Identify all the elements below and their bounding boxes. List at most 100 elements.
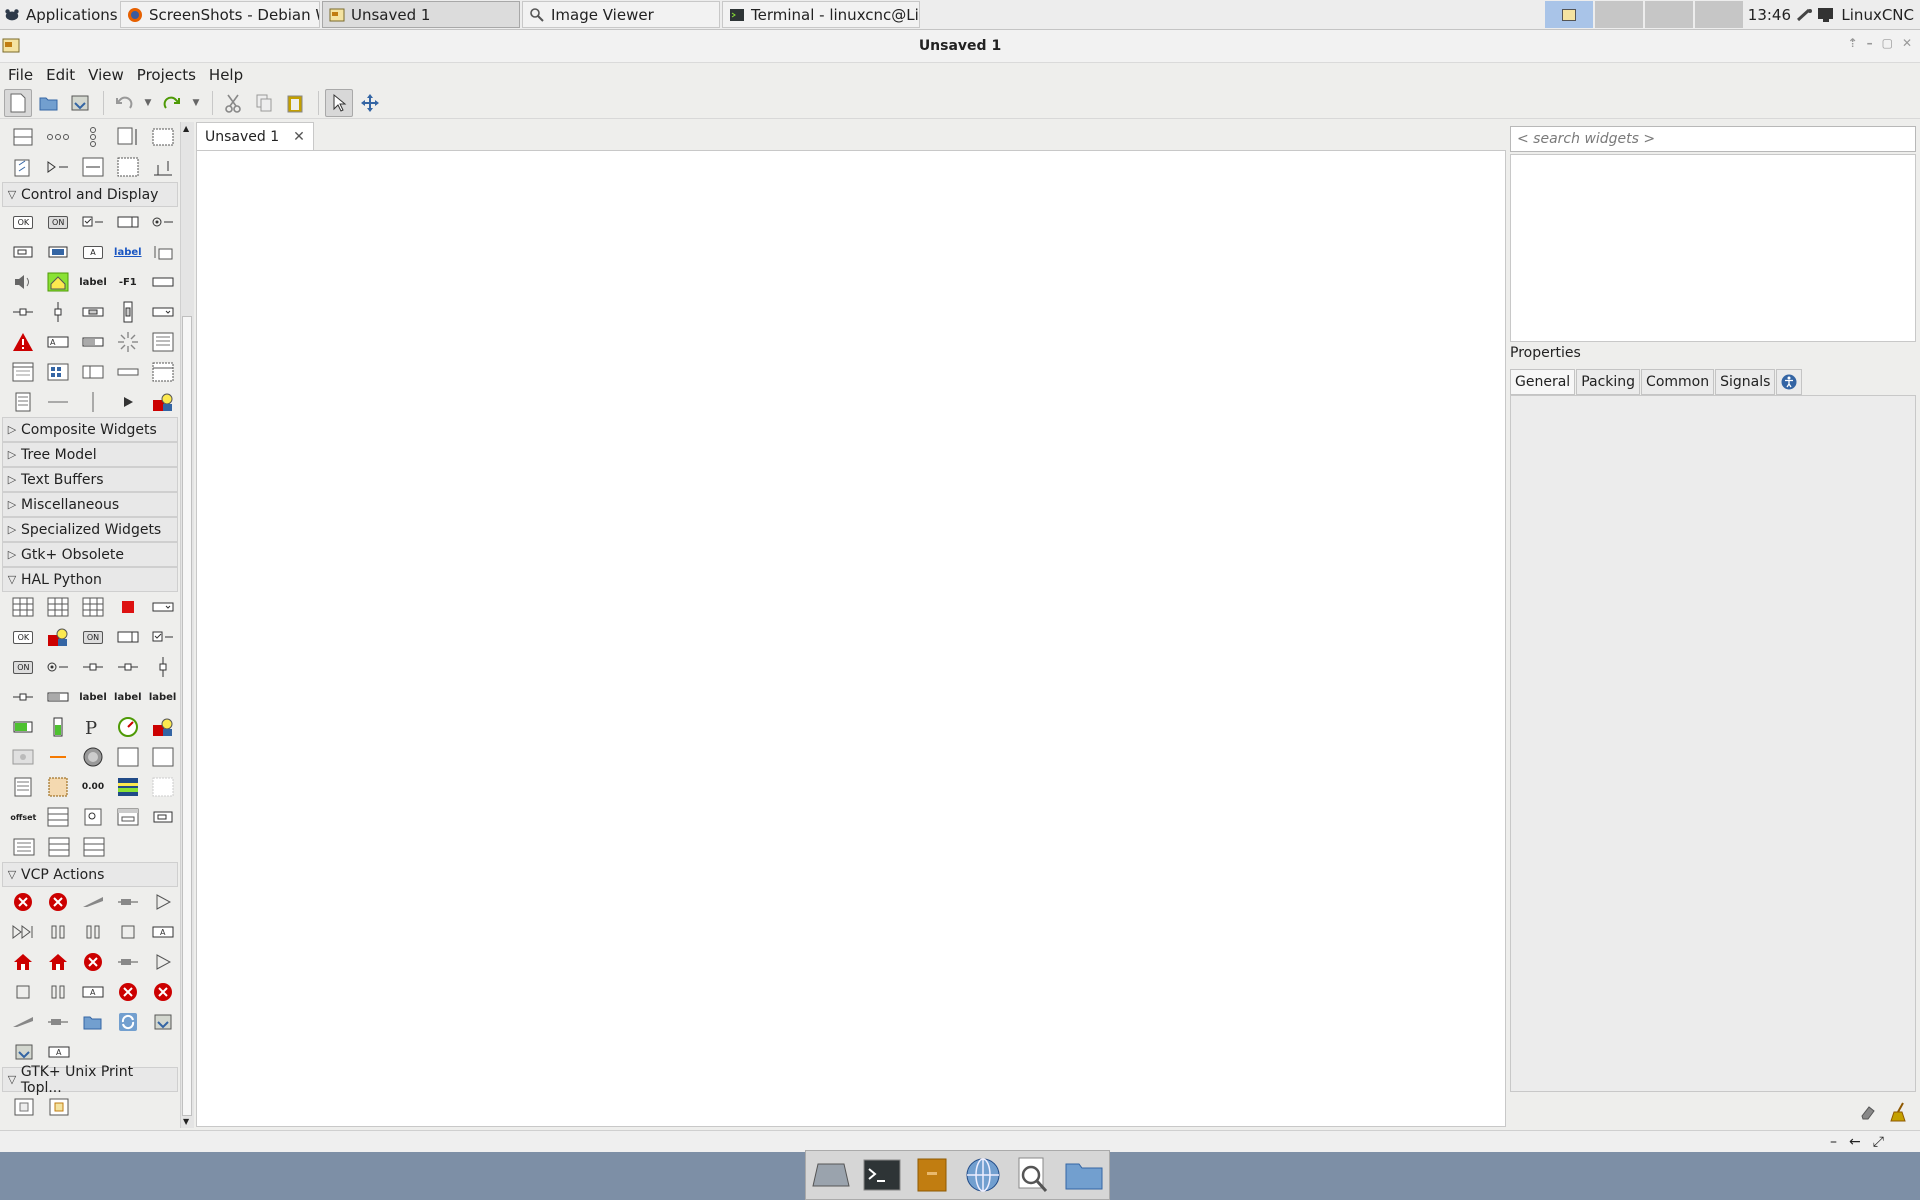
group-miscellaneous[interactable]: ▷ Miscellaneous xyxy=(2,492,178,517)
hal-dro-widget[interactable]: 0.00 xyxy=(76,772,111,802)
hal-toggle-widget[interactable]: ON xyxy=(76,622,111,652)
group-vcp-actions[interactable]: ▽ VCP Actions xyxy=(2,862,178,887)
hal-frame-widget[interactable] xyxy=(110,742,145,772)
vcp-run2-widget[interactable] xyxy=(145,947,180,977)
scroll-up-icon[interactable]: ▲ xyxy=(183,124,189,133)
spin-button-widget[interactable] xyxy=(110,207,145,237)
hal-table-widget[interactable] xyxy=(6,592,41,622)
workspace-2[interactable] xyxy=(1595,1,1644,28)
vcp-entry-widget[interactable]: A xyxy=(41,1037,76,1067)
tree-view-widget[interactable] xyxy=(6,357,41,387)
group-gtk-unix-print[interactable]: ▽ GTK+ Unix Print Topl... xyxy=(2,1064,178,1096)
window-titlebar[interactable]: Unsaved 1 ⇡ – ▢ ✕ xyxy=(0,30,1920,63)
search-widgets-input[interactable]: < search widgets > xyxy=(1510,126,1916,152)
hal-offset-widget[interactable]: offset xyxy=(6,802,41,832)
drawing-area-widget[interactable] xyxy=(145,387,180,417)
applications-menu[interactable]: Applications xyxy=(0,1,118,28)
entry-widget[interactable] xyxy=(145,267,180,297)
hscale-widget[interactable] xyxy=(6,297,41,327)
hal-progress-widget[interactable] xyxy=(41,682,76,712)
expander-widget[interactable] xyxy=(41,152,76,182)
hal-python-widget[interactable]: P xyxy=(76,712,111,742)
paned-widget[interactable] xyxy=(76,152,111,182)
menu-file[interactable]: File xyxy=(4,66,37,84)
link-button-widget[interactable]: label xyxy=(110,237,145,267)
hal-togglebutton-widget[interactable]: ON xyxy=(6,652,41,682)
hal-frame2-widget[interactable] xyxy=(145,742,180,772)
vcp-power-widget[interactable] xyxy=(41,887,76,917)
vcp-home-all-widget[interactable] xyxy=(41,947,76,977)
cut-button[interactable] xyxy=(219,89,247,117)
label-widget[interactable]: label xyxy=(76,267,111,297)
hal-spin-widget[interactable] xyxy=(110,622,145,652)
dock-terminal[interactable] xyxy=(862,1155,902,1195)
hal-status-widget[interactable] xyxy=(145,772,180,802)
separator-entry-widget[interactable] xyxy=(110,357,145,387)
tab-packing[interactable]: Packing xyxy=(1576,369,1641,395)
hal-filechooser-widget[interactable] xyxy=(145,802,180,832)
group-text-buffers[interactable]: ▷ Text Buffers xyxy=(2,467,178,492)
tab-unsaved[interactable]: Unsaved 1 ✕ xyxy=(196,122,314,150)
menu-edit[interactable]: Edit xyxy=(42,66,79,84)
dock-files[interactable] xyxy=(912,1155,952,1195)
network-icon[interactable] xyxy=(1797,7,1813,23)
hal-label2-widget[interactable]: label xyxy=(110,682,145,712)
group-control-display[interactable]: ▽ Control and Display xyxy=(2,182,178,207)
page-setup-widget[interactable] xyxy=(6,1092,41,1122)
arrow-widget[interactable] xyxy=(110,387,145,417)
select-mode-button[interactable] xyxy=(325,88,353,117)
tab-accessibility[interactable] xyxy=(1776,369,1803,395)
hal-list3-widget[interactable] xyxy=(76,832,111,862)
vcp-home-widget[interactable] xyxy=(6,947,41,977)
hal-jog-widget[interactable] xyxy=(41,742,76,772)
layout-widget[interactable] xyxy=(110,152,145,182)
vcp-abort2-widget[interactable] xyxy=(145,977,180,1007)
task-unsaved[interactable]: Unsaved 1 xyxy=(322,1,520,28)
hal-label-widget[interactable]: label xyxy=(76,682,111,712)
text-view-widget[interactable] xyxy=(145,327,180,357)
undo-button[interactable] xyxy=(110,89,138,117)
hal-search-widget[interactable] xyxy=(76,802,111,832)
restore-icon[interactable]: ⤢ xyxy=(1873,1134,1884,1150)
spinner-widget[interactable] xyxy=(110,327,145,357)
workspace-3[interactable] xyxy=(1645,1,1694,28)
text-entry-widget[interactable]: A xyxy=(41,327,76,357)
hal-hscale2-widget[interactable] xyxy=(110,652,145,682)
vcp-mdi-widget[interactable]: A xyxy=(145,917,180,947)
hal-list-widget[interactable] xyxy=(41,802,76,832)
edit-property-button[interactable] xyxy=(1885,1098,1913,1126)
notebook-widget[interactable] xyxy=(76,357,111,387)
hal-list2-widget[interactable] xyxy=(41,832,76,862)
hal-gremlin-widget[interactable] xyxy=(6,742,41,772)
hal-hscale-widget[interactable] xyxy=(76,652,111,682)
tab-common[interactable]: Common xyxy=(1641,369,1715,395)
task-terminal[interactable]: Terminal - linuxcnc@Lin... xyxy=(722,1,920,28)
vcp-mode3-widget[interactable] xyxy=(41,1007,76,1037)
shade-icon[interactable]: ⇡ xyxy=(1848,36,1858,50)
button-widget[interactable]: OK xyxy=(6,207,41,237)
info-bar-widget[interactable] xyxy=(6,327,41,357)
workspace-1[interactable] xyxy=(1545,1,1594,28)
vcp-pause-widget[interactable] xyxy=(41,917,76,947)
hal-hbox-widget[interactable] xyxy=(41,592,76,622)
vcp-jog-widget[interactable] xyxy=(76,887,111,917)
dock-desktop[interactable] xyxy=(811,1155,851,1195)
hal-sourceview-widget[interactable] xyxy=(6,772,41,802)
save-button[interactable] xyxy=(66,89,94,117)
redo-button[interactable] xyxy=(158,89,186,117)
vcp-mode-widget[interactable] xyxy=(110,887,145,917)
group-tree-model[interactable]: ▷ Tree Model xyxy=(2,442,178,467)
palette-scroll-thumb[interactable] xyxy=(182,316,192,1116)
open-button[interactable] xyxy=(35,89,63,117)
drag-resize-button[interactable] xyxy=(356,89,384,117)
widget-inspector-tree[interactable] xyxy=(1510,154,1916,342)
grid-widget[interactable] xyxy=(145,122,180,152)
size-widget[interactable] xyxy=(110,122,145,152)
hal-vbox-widget[interactable] xyxy=(76,592,111,622)
tab-general[interactable]: General xyxy=(1510,369,1576,395)
image-widget[interactable] xyxy=(41,267,76,297)
tab-signals[interactable]: Signals xyxy=(1715,369,1776,395)
dock-search[interactable] xyxy=(1013,1155,1053,1195)
hal-dro-grid-widget[interactable] xyxy=(41,772,76,802)
vcp-saveas-widget[interactable] xyxy=(6,1037,41,1067)
